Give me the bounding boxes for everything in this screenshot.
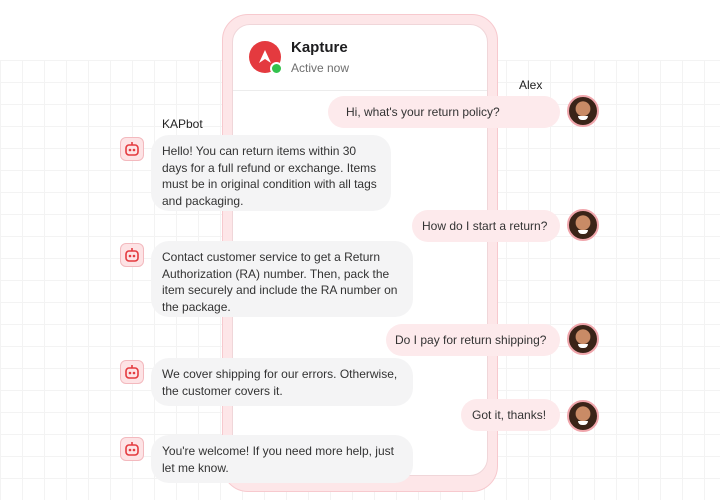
- user-avatar-icon: [567, 323, 599, 355]
- bot-message: You're welcome! If you need more help, j…: [151, 435, 413, 483]
- user-message: Hi, what's your return policy?: [328, 96, 560, 128]
- user-message: How do I start a return?: [412, 210, 560, 242]
- user-message: Do I pay for return shipping?: [386, 324, 560, 356]
- robot-icon: [120, 137, 144, 161]
- online-status-icon: [270, 62, 283, 75]
- brand-status: Active now: [291, 61, 350, 75]
- user-message: Got it, thanks!: [461, 399, 560, 431]
- user-avatar-icon: [567, 95, 599, 127]
- user-avatar-icon: [567, 209, 599, 241]
- robot-icon: [120, 243, 144, 267]
- bot-name-label: KAPbot: [162, 117, 203, 131]
- bot-message: We cover shipping for our errors. Otherw…: [151, 358, 413, 406]
- user-avatar-icon: [567, 400, 599, 432]
- user-name-label: Alex: [519, 78, 543, 92]
- bot-message: Contact customer service to get a Return…: [151, 241, 413, 317]
- bot-message: Hello! You can return items within 30 da…: [151, 135, 391, 211]
- robot-icon: [120, 437, 144, 461]
- robot-icon: [120, 360, 144, 384]
- brand-name: Kapture: [291, 39, 348, 56]
- chat-header: Kapture Active now: [233, 25, 487, 91]
